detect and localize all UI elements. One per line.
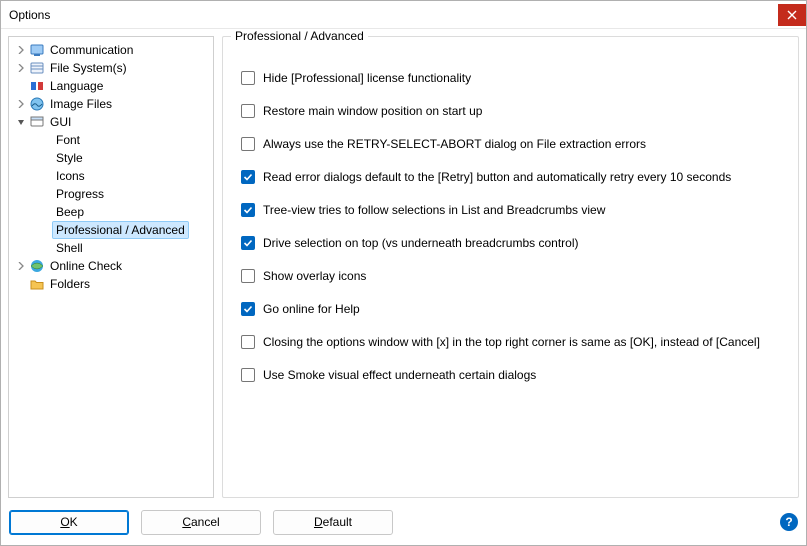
- tree-item-label: Online Check: [47, 258, 125, 274]
- option-label[interactable]: Restore main window position on start up: [263, 104, 482, 118]
- checkbox[interactable]: [241, 203, 255, 217]
- panel-title: Professional / Advanced: [231, 29, 368, 43]
- tree-item-label: Font: [53, 132, 83, 148]
- tree-item-font[interactable]: Font: [11, 131, 211, 149]
- close-icon: [787, 10, 797, 20]
- chevron-right-icon[interactable]: [15, 98, 27, 110]
- expander-spacer: [15, 80, 27, 92]
- tree-item-online-check[interactable]: Online Check: [11, 257, 211, 275]
- checkbox[interactable]: [241, 302, 255, 316]
- checkbox[interactable]: [241, 236, 255, 250]
- checkbox[interactable]: [241, 137, 255, 151]
- tree-item-gui[interactable]: GUI: [11, 113, 211, 131]
- tree-item-folders[interactable]: Folders: [11, 275, 211, 293]
- category-tree[interactable]: Communication File System(s) Language Image…: [8, 36, 214, 498]
- chevron-down-icon[interactable]: [15, 116, 27, 128]
- tree-item-label: Beep: [53, 204, 87, 220]
- tree-item-image-files[interactable]: Image Files: [11, 95, 211, 113]
- checkbox[interactable]: [241, 269, 255, 283]
- cancel-button[interactable]: Cancel: [141, 510, 261, 535]
- options-panel: Professional / Advanced Hide [Profession…: [222, 36, 799, 498]
- help-icon: ?: [785, 515, 792, 529]
- tree-item-beep[interactable]: Beep: [11, 203, 211, 221]
- options-window: Options Communication File System(s) Langu…: [0, 0, 807, 546]
- option-row: Hide [Professional] license functionalit…: [241, 61, 792, 94]
- option-label[interactable]: Tree-view tries to follow selections in …: [263, 203, 605, 217]
- tree-item-professional-advanced[interactable]: Professional / Advanced: [11, 221, 211, 239]
- close-button[interactable]: [778, 4, 806, 26]
- tree-item-label: GUI: [47, 114, 74, 130]
- ok-button[interactable]: OK: [9, 510, 129, 535]
- chevron-right-icon[interactable]: [15, 44, 27, 56]
- tree-item-label: Language: [47, 78, 106, 94]
- tree-item-communication[interactable]: Communication: [11, 41, 211, 59]
- tree-item-style[interactable]: Style: [11, 149, 211, 167]
- option-label[interactable]: Closing the options window with [x] in t…: [263, 335, 760, 349]
- tree-item-language[interactable]: Language: [11, 77, 211, 95]
- tree-item-icons[interactable]: Icons: [11, 167, 211, 185]
- checkbox[interactable]: [241, 335, 255, 349]
- tree-item-label: Folders: [47, 276, 93, 292]
- option-row: Restore main window position on start up: [241, 94, 792, 127]
- option-label[interactable]: Go online for Help: [263, 302, 360, 316]
- option-row: Read error dialogs default to the [Retry…: [241, 160, 792, 193]
- checkbox[interactable]: [241, 368, 255, 382]
- gui-icon: [29, 114, 45, 130]
- option-row: Use Smoke visual effect underneath certa…: [241, 358, 792, 391]
- body: Communication File System(s) Language Image…: [1, 29, 806, 505]
- option-row: Always use the RETRY-SELECT-ABORT dialog…: [241, 127, 792, 160]
- option-row: Go online for Help: [241, 292, 792, 325]
- tree-item-progress[interactable]: Progress: [11, 185, 211, 203]
- tree-item-label: File System(s): [47, 60, 130, 76]
- check-icon: [243, 172, 253, 182]
- option-label[interactable]: Hide [Professional] license functionalit…: [263, 71, 471, 85]
- lang-icon: [29, 78, 45, 94]
- checkbox[interactable]: [241, 104, 255, 118]
- tree-item-label: Shell: [53, 240, 86, 256]
- checkbox[interactable]: [241, 71, 255, 85]
- comm-icon: [29, 42, 45, 58]
- default-button[interactable]: Default: [273, 510, 393, 535]
- tree-item-label: Progress: [53, 186, 107, 202]
- option-label[interactable]: Drive selection on top (vs underneath br…: [263, 236, 579, 250]
- tree-item-label: Image Files: [47, 96, 115, 112]
- tree-item-label: Communication: [47, 42, 136, 58]
- check-icon: [243, 238, 253, 248]
- window-title: Options: [9, 8, 50, 22]
- option-label[interactable]: Use Smoke visual effect underneath certa…: [263, 368, 536, 382]
- tree-item-label: Style: [53, 150, 86, 166]
- fs-icon: [29, 60, 45, 76]
- option-row: Closing the options window with [x] in t…: [241, 325, 792, 358]
- checkbox[interactable]: [241, 170, 255, 184]
- chevron-right-icon[interactable]: [15, 260, 27, 272]
- option-label[interactable]: Show overlay icons: [263, 269, 366, 283]
- titlebar: Options: [1, 1, 806, 29]
- option-row: Tree-view tries to follow selections in …: [241, 193, 792, 226]
- option-row: Show overlay icons: [241, 259, 792, 292]
- chevron-right-icon[interactable]: [15, 62, 27, 74]
- img-icon: [29, 96, 45, 112]
- option-label[interactable]: Always use the RETRY-SELECT-ABORT dialog…: [263, 137, 646, 151]
- option-row: Drive selection on top (vs underneath br…: [241, 226, 792, 259]
- check-icon: [243, 304, 253, 314]
- check-icon: [243, 205, 253, 215]
- folder-icon: [29, 276, 45, 292]
- online-icon: [29, 258, 45, 274]
- expander-spacer: [15, 278, 27, 290]
- help-button[interactable]: ?: [780, 513, 798, 531]
- tree-item-file-system-s-[interactable]: File System(s): [11, 59, 211, 77]
- footer: OK Cancel Default ?: [1, 505, 806, 545]
- option-label[interactable]: Read error dialogs default to the [Retry…: [263, 170, 731, 184]
- tree-item-label: Professional / Advanced: [53, 222, 188, 238]
- panel-body: Hide [Professional] license functionalit…: [223, 37, 798, 401]
- tree-item-label: Icons: [53, 168, 88, 184]
- tree-item-shell[interactable]: Shell: [11, 239, 211, 257]
